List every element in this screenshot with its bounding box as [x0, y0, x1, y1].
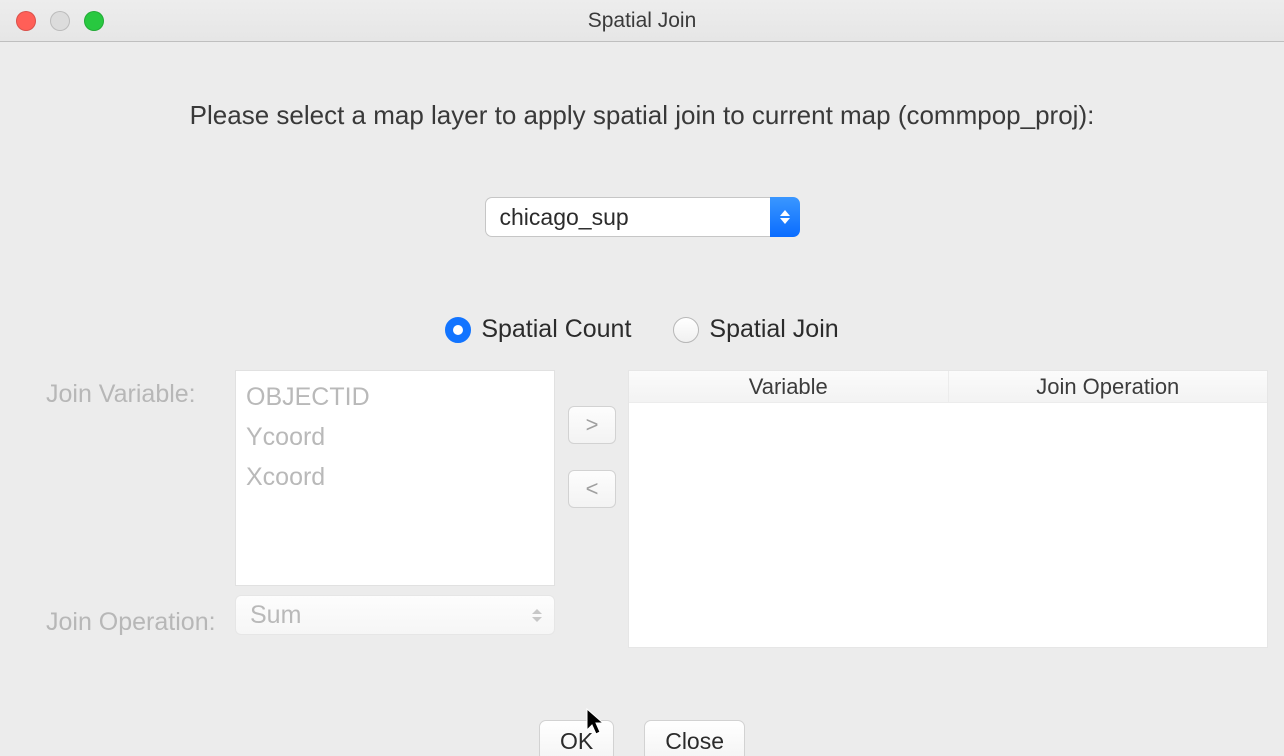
- add-variable-button[interactable]: >: [568, 406, 616, 444]
- titlebar: Spatial Join: [0, 0, 1284, 42]
- column-header-variable[interactable]: Variable: [629, 371, 949, 402]
- radio-spatial-count[interactable]: Spatial Count: [445, 315, 631, 344]
- close-button[interactable]: Close: [644, 720, 745, 756]
- radio-spatial-join[interactable]: Spatial Join: [673, 315, 838, 344]
- radio-indicator-icon: [445, 317, 471, 343]
- window-title: Spatial Join: [0, 9, 1284, 33]
- join-operation-label: Join Operation:: [46, 608, 216, 637]
- operation-select-value: Sum: [250, 601, 301, 630]
- result-table: Variable Join Operation: [628, 370, 1268, 648]
- radio-indicator-icon: [673, 317, 699, 343]
- column-header-operation[interactable]: Join Operation: [949, 371, 1268, 402]
- operation-select: Sum: [235, 595, 555, 635]
- dropdown-chevrons-icon[interactable]: [770, 197, 800, 237]
- variable-listbox: OBJECTID Ycoord Xcoord: [235, 370, 555, 586]
- ok-button[interactable]: OK: [539, 720, 614, 756]
- list-item: Xcoord: [246, 457, 544, 497]
- radio-spatial-count-label: Spatial Count: [481, 315, 631, 344]
- dropdown-chevrons-icon: [532, 609, 542, 622]
- radio-spatial-join-label: Spatial Join: [709, 315, 838, 344]
- remove-variable-button[interactable]: <: [568, 470, 616, 508]
- join-variable-label: Join Variable:: [46, 380, 196, 409]
- list-item: Ycoord: [246, 417, 544, 457]
- layer-select-value: chicago_sup: [485, 197, 770, 237]
- layer-select[interactable]: chicago_sup: [485, 197, 800, 237]
- list-item: OBJECTID: [246, 377, 544, 417]
- instruction-text: Please select a map layer to apply spati…: [46, 100, 1238, 131]
